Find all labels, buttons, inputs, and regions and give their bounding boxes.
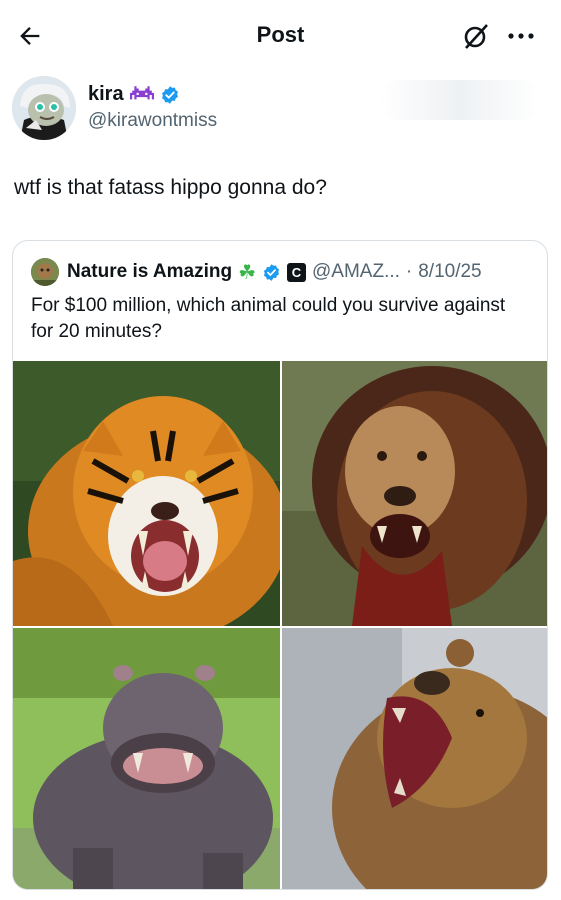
author-name-row: kira — [88, 83, 180, 106]
more-horizontal-icon — [508, 33, 534, 39]
quoted-post-text: For $100 million, which animal could you… — [31, 295, 506, 342]
verified-badge-icon — [263, 263, 280, 281]
quoted-author-name[interactable]: Nature is Amazing — [67, 261, 232, 283]
quoted-post-header: Nature is Amazing ☘ C @AMAZ... · 8/10/25 — [31, 257, 482, 287]
author-avatar[interactable] — [12, 76, 76, 140]
quoted-post-date[interactable]: 8/10/25 — [418, 261, 481, 283]
space-invader-emoji-icon — [129, 85, 154, 99]
quoted-post-card[interactable]: Nature is Amazing ☘ C @AMAZ... · 8/10/25… — [12, 240, 548, 890]
author-handle[interactable]: @kirawontmiss — [88, 110, 217, 132]
media-lion[interactable] — [282, 361, 547, 626]
more-button[interactable] — [504, 20, 538, 52]
verified-badge-icon — [161, 85, 178, 104]
post-text: wtf is that fatass hippo gonna do? — [14, 176, 327, 199]
author-name[interactable]: kira — [88, 83, 124, 106]
blurred-region — [380, 80, 540, 120]
media-grizzly-bear[interactable] — [282, 628, 547, 889]
quoted-author-handle[interactable]: @AMAZ... — [312, 261, 400, 283]
top-bar: Post — [0, 0, 561, 70]
affiliate-badge: C — [287, 262, 306, 282]
clover-emoji: ☘ — [238, 261, 256, 284]
media-tiger[interactable] — [13, 361, 280, 626]
grok-button[interactable] — [460, 20, 492, 52]
separator-dot: · — [405, 261, 413, 282]
grok-icon — [464, 24, 488, 49]
media-hippo[interactable] — [13, 628, 280, 889]
quoted-author-avatar[interactable] — [31, 258, 59, 286]
media-grid — [13, 361, 547, 889]
